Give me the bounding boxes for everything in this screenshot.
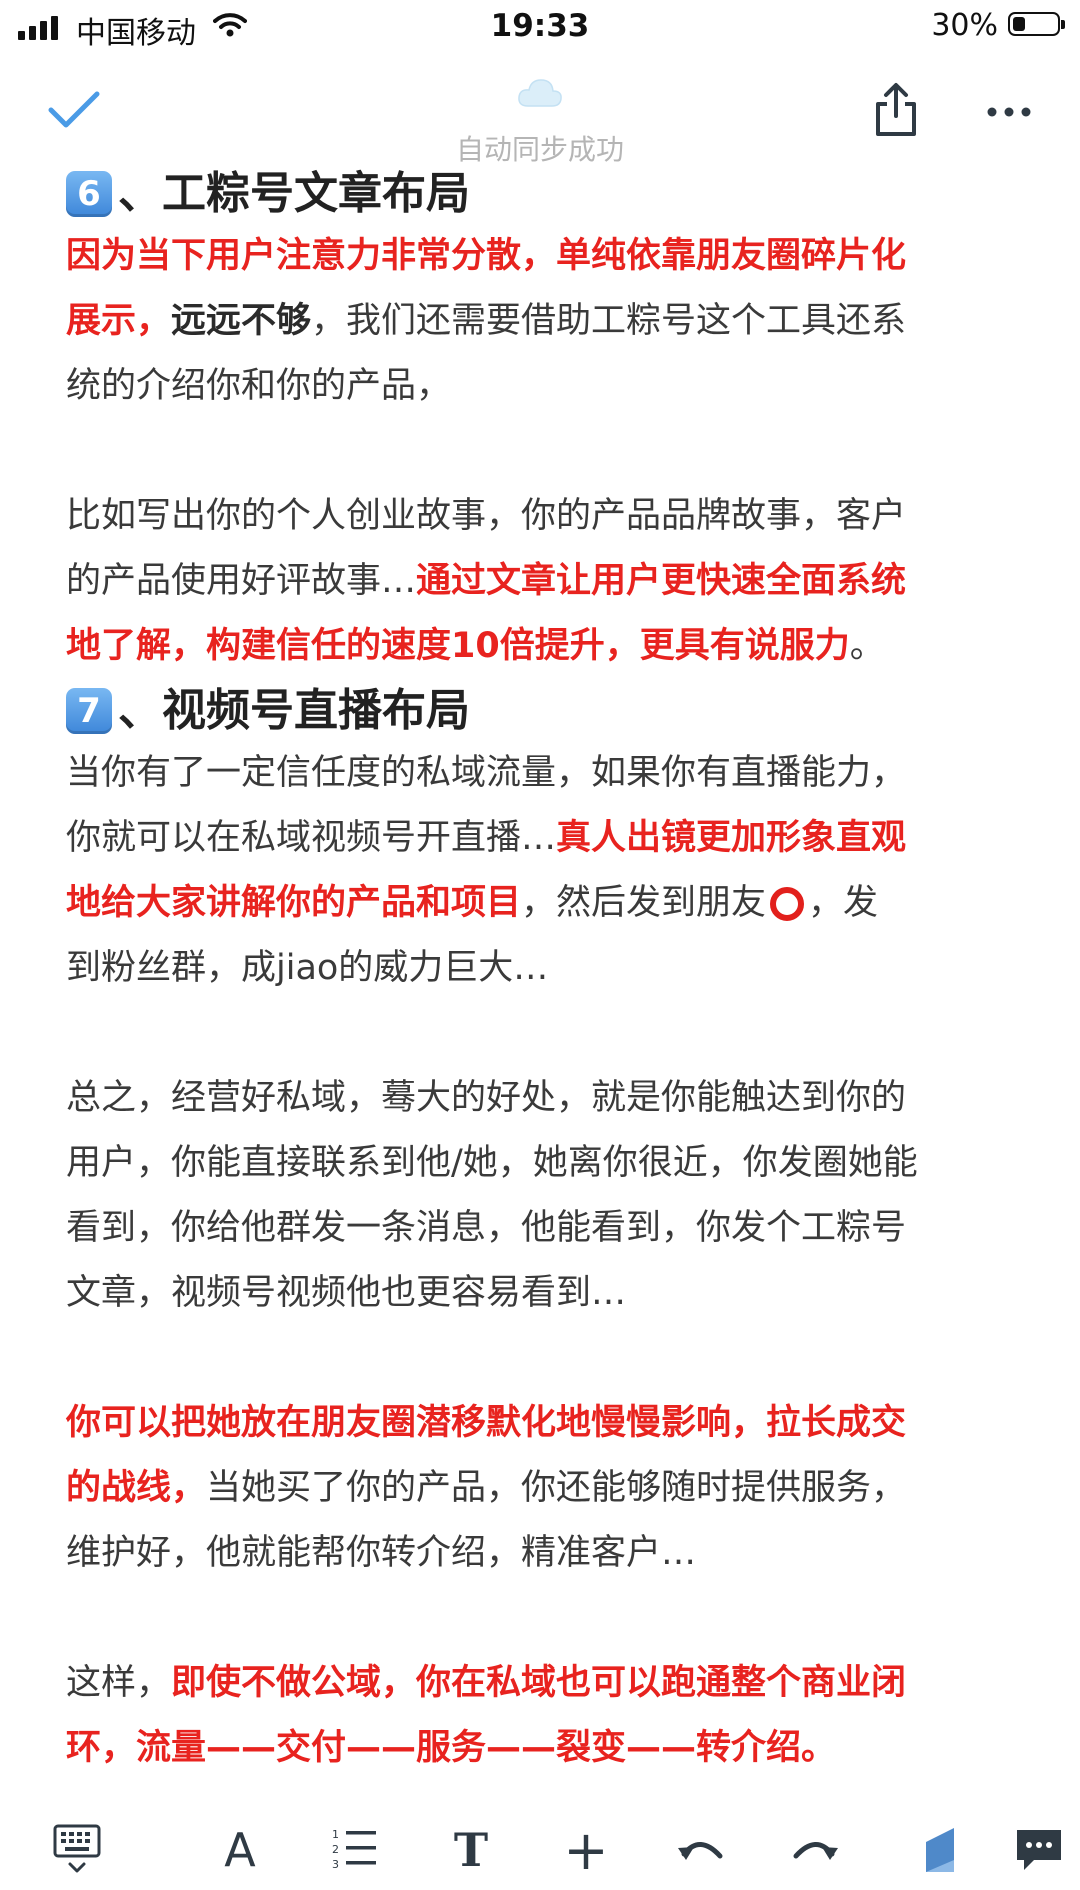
comment-icon[interactable] xyxy=(1014,1820,1064,1880)
highlighted-text: 地了解，构建信任的速度10倍提升，更具有说服力 xyxy=(66,626,850,666)
red-circle-icon xyxy=(770,887,805,921)
highlighted-text: 展示， xyxy=(66,301,172,341)
font-style-button[interactable]: A xyxy=(214,1820,266,1880)
body-text: 你就可以在私域视频号开直播… xyxy=(66,818,557,858)
editor-toolbar: 自动同步成功 xyxy=(0,54,1080,166)
undo-icon[interactable] xyxy=(674,1820,726,1880)
paragraph-line: 统的介绍你和你的产品， xyxy=(66,366,452,406)
paragraph-line: 环，流量——交付——服务——裂变——转介绍。 xyxy=(66,1716,1026,1781)
highlighted-text: 因为当下用户注意力非常分散，单纯依靠朋友圈碎片化 xyxy=(66,236,907,276)
status-bar: 中国移动 19:33 30% xyxy=(0,0,1080,54)
body-text: 当她买了你的产品，你还能够随时提供服务， xyxy=(206,1468,907,1508)
paragraph-line: 看到，你给他群发一条消息，他能看到，你发个工粽号 xyxy=(66,1208,907,1248)
keycap-seven-icon: 7 xyxy=(66,688,112,734)
attachment-icon[interactable] xyxy=(920,1820,960,1880)
highlighted-text: 地给大家讲解你的产品和项目 xyxy=(66,883,522,923)
section-7-title: 、视频号直播布局 xyxy=(118,685,470,736)
paragraph-line: 的战线，当她买了你的产品，你还能够随时提供服务， xyxy=(66,1456,1026,1521)
section-heading-6: 6 、工粽号文章布局 xyxy=(66,164,1026,224)
text-format-button[interactable]: T xyxy=(445,1820,497,1880)
body-text: 这样， xyxy=(66,1663,172,1703)
redo-icon[interactable] xyxy=(790,1820,842,1880)
formatting-toolbar: A 1 2 3 T + xyxy=(0,1812,1080,1890)
highlighted-text: 真人出镜更加形象直观 xyxy=(556,818,907,858)
paragraph-line: 你就可以在私域视频号开直播…真人出镜更加形象直观 xyxy=(66,806,1026,871)
svg-text:3: 3 xyxy=(332,1858,339,1871)
paragraph-line: 展示，远远不够，我们还需要借助工粽号这个工具还系 xyxy=(66,289,1026,354)
paragraph-line: 因为当下用户注意力非常分散，单纯依靠朋友圈碎片化 xyxy=(66,224,1026,289)
cloud-sync-icon xyxy=(518,79,562,107)
highlighted-text: 即使不做公域，你在私域也可以跑通整个商业闭 xyxy=(171,1663,907,1703)
paragraph-line: 维护好，他就能帮你转介绍，精准客户… xyxy=(66,1533,697,1573)
body-text: ，发 xyxy=(808,883,879,923)
body-text: ，然后发到朋友 xyxy=(521,883,767,923)
paragraph-line: 比如写出你的个人创业故事，你的产品品牌故事，客户 xyxy=(66,496,907,536)
body-text: 的产品使用好评故事… xyxy=(66,561,417,601)
keycap-six-icon: 6 xyxy=(66,171,112,217)
highlighted-text: 通过文章让用户更快速全面系统 xyxy=(416,561,907,601)
bold-text: 远远不够 xyxy=(171,301,312,341)
battery-percentage: 30% xyxy=(931,8,998,43)
checkmark-icon[interactable] xyxy=(48,90,100,130)
paragraph-line: 这样，即使不做公域，你在私域也可以跑通整个商业闭 xyxy=(66,1651,1026,1716)
paragraph-line: 地给大家讲解你的产品和项目，然后发到朋友 ，发 xyxy=(66,871,1026,936)
paragraph-line: 你可以把她放在朋友圈潜移默化地慢慢影响，拉长成交 xyxy=(66,1391,1026,1456)
svg-text:1: 1 xyxy=(332,1828,339,1841)
paragraph-line: 用户，你能直接联系到他/她，她离你很近，你发圈她能 xyxy=(66,1143,918,1183)
numbered-list-icon[interactable]: 1 2 3 xyxy=(330,1820,378,1880)
section-6-title: 、工粽号文章布局 xyxy=(118,168,470,219)
body-text: 。 xyxy=(849,626,885,666)
note-content[interactable]: 6 、工粽号文章布局 因为当下用户注意力非常分散，单纯依靠朋友圈碎片化 展示，远… xyxy=(66,164,1026,1781)
paragraph-line: 总之，经营好私域，蓦大的好处，就是你能触达到你的 xyxy=(66,1078,907,1118)
share-icon[interactable] xyxy=(872,82,920,138)
battery-icon xyxy=(1008,12,1065,36)
paragraph-line: 的产品使用好评故事…通过文章让用户更快速全面系统 xyxy=(66,549,1026,614)
highlighted-text: 的战线， xyxy=(66,1468,207,1508)
paragraph-line: 当你有了一定信任度的私域流量，如果你有直播能力， xyxy=(66,753,907,793)
paragraph-line: 地了解，构建信任的速度10倍提升，更具有说服力。 xyxy=(66,614,1026,679)
section-heading-7: 7 、视频号直播布局 xyxy=(66,681,1026,741)
svg-text:2: 2 xyxy=(332,1843,339,1856)
keyboard-dismiss-icon[interactable] xyxy=(52,1820,102,1880)
more-options-icon[interactable] xyxy=(986,106,1032,118)
insert-button[interactable]: + xyxy=(560,1819,612,1882)
highlighted-text: 环，流量——交付——服务——裂变——转介绍。 xyxy=(66,1728,837,1768)
paragraph-line: 文章，视频号视频他也更容易看到… xyxy=(66,1273,627,1313)
paragraph-line: 到粉丝群，成jiao的威力巨大… xyxy=(66,948,549,988)
clock: 19:33 xyxy=(490,8,590,44)
body-text: ，我们还需要借助工粽号这个工具还系 xyxy=(311,301,907,341)
highlighted-text: 你可以把她放在朋友圈潜移默化地慢慢影响，拉长成交 xyxy=(66,1403,907,1443)
